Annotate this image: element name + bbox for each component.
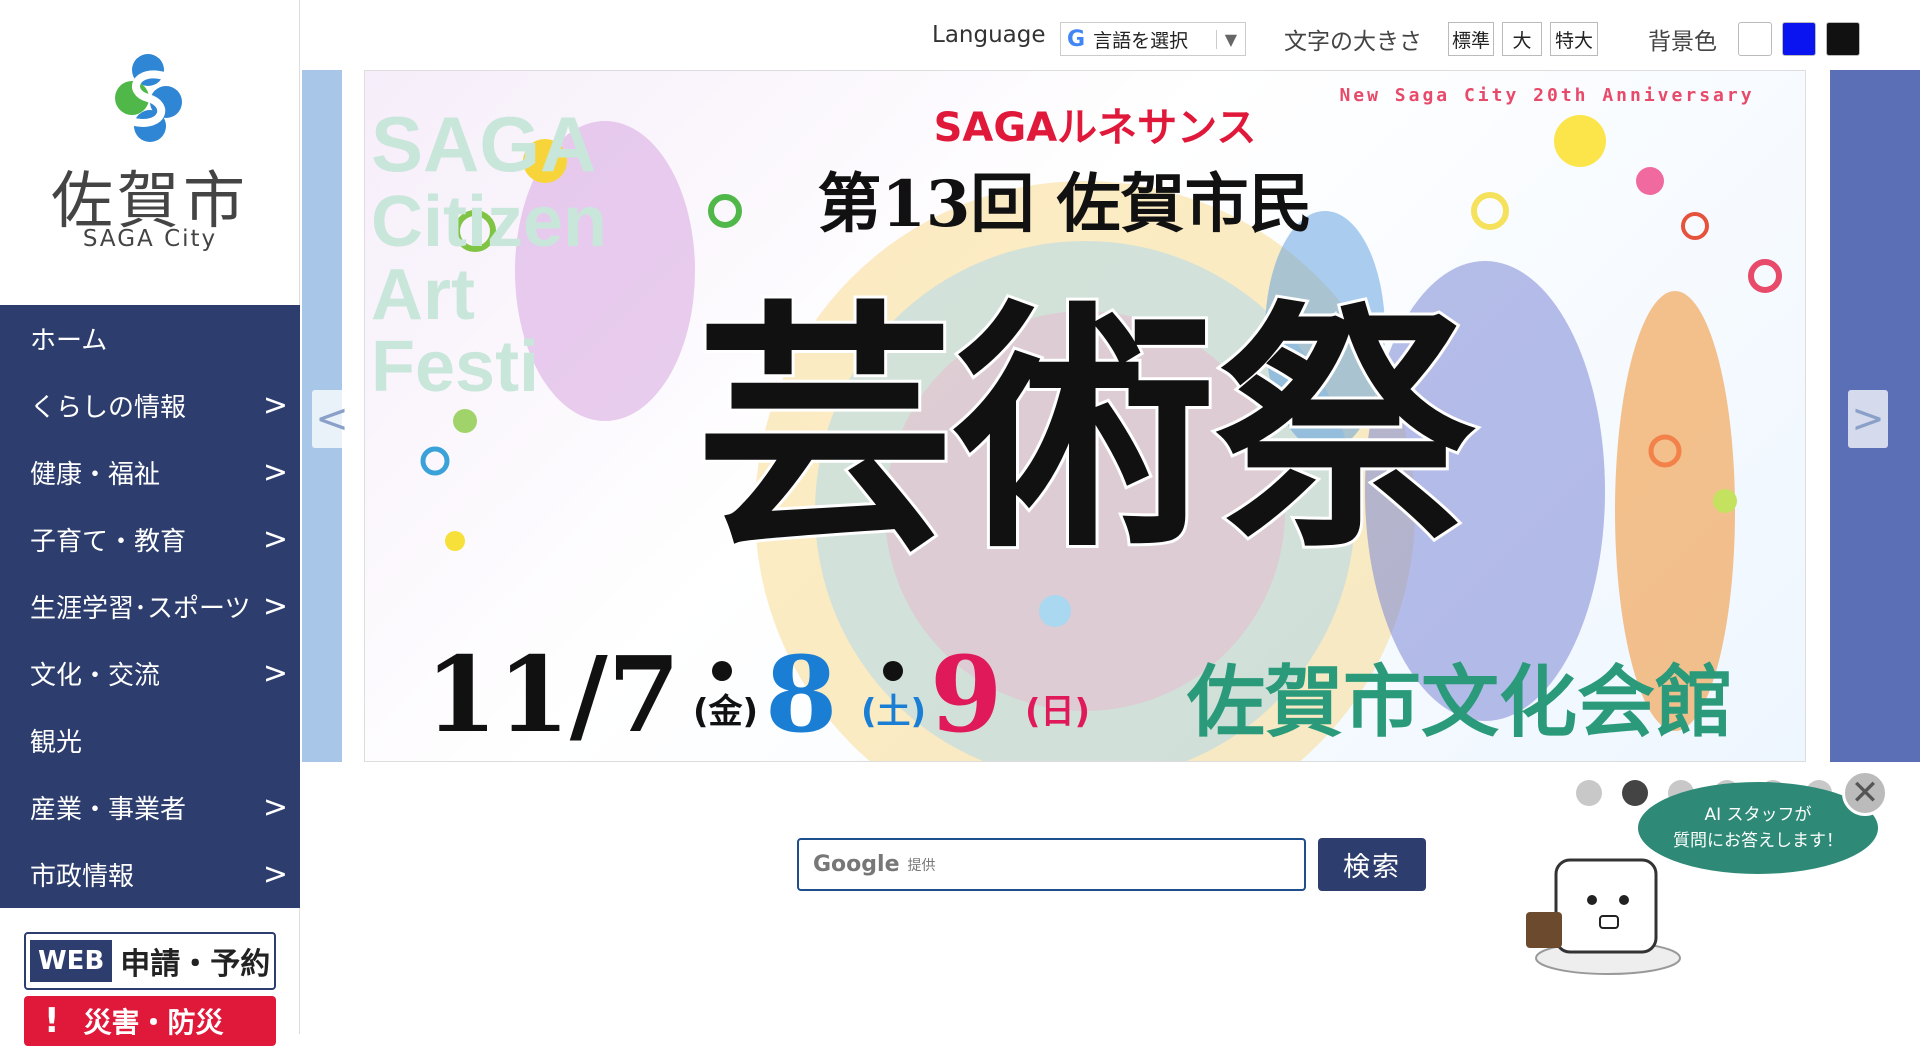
date-day3: (日) <box>1025 692 1090 732</box>
bg-white-button[interactable] <box>1738 22 1772 56</box>
nav-item-label: 文化・交流 <box>30 661 161 691</box>
saga-city-logo-icon <box>115 54 182 142</box>
slider-dot[interactable] <box>1576 780 1602 806</box>
search-button[interactable]: 検索 <box>1318 838 1426 891</box>
svg-text:Citizen: Citizen <box>371 182 607 262</box>
prev-slide-button[interactable]: < <box>312 390 352 448</box>
bg-black-button[interactable] <box>1826 22 1860 56</box>
bg-blue-button[interactable] <box>1782 22 1816 56</box>
alert-icon: ! <box>44 1001 60 1041</box>
ai-bubble-line2: 質問にお答えします！ <box>1673 831 1843 851</box>
chevron-right-icon: > <box>262 388 288 423</box>
city-name-en: SAGA City <box>82 226 218 252</box>
nav-item-tourism[interactable]: 観光 <box>0 707 300 774</box>
web-tag: WEB <box>30 940 113 982</box>
nav-item-label: 市政情報 <box>30 862 135 892</box>
language-select-value: 言語を選択 <box>1093 29 1189 52</box>
web-application-button[interactable]: WEB 申請・予約 <box>24 932 276 990</box>
chevron-right-icon: > <box>262 656 288 691</box>
ai-bubble-line1: AI スタッフが <box>1704 805 1812 825</box>
chevron-right-icon: > <box>262 589 288 624</box>
font-size-normal-button[interactable]: 標準 <box>1448 22 1494 56</box>
nav-item-label: くらしの情報 <box>30 393 187 423</box>
next-slide-button[interactable]: > <box>1848 390 1888 448</box>
nav-item-home[interactable]: ホーム <box>0 305 300 372</box>
banner-slider: SAGA Citizen Art Festi New Saga City 20t… <box>302 70 1920 762</box>
svg-text:Art: Art <box>371 255 475 335</box>
date-day2: (土) <box>861 692 926 732</box>
banner-bg-text: SAGA <box>371 100 596 188</box>
disaster-prevention-button[interactable]: ! 災害・防災 <box>24 996 276 1046</box>
nav-item-label: ホーム <box>30 326 108 356</box>
chevron-right-icon: > <box>262 790 288 825</box>
font-size-large-button[interactable]: 大 <box>1502 22 1542 56</box>
date-second: 8 <box>765 633 837 756</box>
sidebar: 佐賀市 SAGA City ホーム くらしの情報 > 健康・福祉 > 子育て・教育 >… <box>0 0 300 1046</box>
chevron-right-icon: > <box>262 522 288 557</box>
font-size-xlarge-button[interactable]: 特大 <box>1550 22 1598 56</box>
series-text: SAGAルネサンス <box>934 105 1257 151</box>
font-size-label: 文字の大きさ <box>1284 29 1422 55</box>
nav-item-label: 子育て・教育 <box>30 527 187 557</box>
art-festival-banner: SAGA Citizen Art Festi New Saga City 20t… <box>371 85 1782 761</box>
nav-item-health[interactable]: 健康・福祉 > <box>0 439 300 506</box>
dropdown-arrow-icon: ▼ <box>1215 29 1245 49</box>
disaster-label: 災害・防災 <box>83 1006 224 1039</box>
date-third: 9 <box>930 633 1002 756</box>
nav-item-city-admin[interactable]: 市政情報 > <box>0 841 300 908</box>
chevron-right-icon: > <box>262 455 288 490</box>
nav-item-living[interactable]: くらしの情報 > <box>0 372 300 439</box>
banner-slide[interactable]: SAGA Citizen Art Festi New Saga City 20t… <box>364 70 1806 762</box>
background-color-label: 背景色 <box>1648 29 1717 55</box>
date-main: 11/7 <box>425 633 680 756</box>
nav-item-childcare[interactable]: 子育て・教育 > <box>0 506 300 573</box>
google-provided-text: 提供 <box>907 857 936 874</box>
main-nav: ホーム くらしの情報 > 健康・福祉 > 子育て・教育 > 生涯学習･スポーツ > 文化… <box>0 305 300 908</box>
search-input[interactable]: Google 提供 <box>797 838 1306 891</box>
google-icon: G <box>1067 26 1086 52</box>
svg-text:Festi: Festi <box>371 327 539 407</box>
google-brand-text: Google <box>813 852 900 877</box>
edition-text: 第13回 佐賀市民 <box>817 167 1312 242</box>
close-icon[interactable]: ✕ <box>1842 770 1888 816</box>
site-logo[interactable]: 佐賀市 SAGA City <box>0 0 300 305</box>
nav-item-culture[interactable]: 文化・交流 > <box>0 640 300 707</box>
web-application-label: 申請・予約 <box>120 947 271 982</box>
date-day1: (金) <box>693 692 758 732</box>
chevron-right-icon: > <box>262 857 288 892</box>
nav-item-label: 産業・事業者 <box>30 795 187 825</box>
ai-assistant-character-icon[interactable] <box>1518 840 1688 980</box>
utility-bar: Language G 言語を選択 ▼ 文字の大きさ 標準 大 特大 背景色 <box>302 0 1920 70</box>
nav-item-industry[interactable]: 産業・事業者 > <box>0 774 300 841</box>
nav-item-label: 生涯学習･スポーツ <box>30 594 251 624</box>
nav-item-label: 観光 <box>30 728 83 758</box>
language-select[interactable]: G 言語を選択 ▼ <box>1060 22 1246 56</box>
language-label: Language <box>932 22 1046 48</box>
nav-item-learning-sports[interactable]: 生涯学習･スポーツ > <box>0 573 300 640</box>
venue-text: 佐賀市文化会館 <box>1186 658 1733 748</box>
festival-title: 芸術祭 <box>695 281 1479 583</box>
nav-item-label: 健康・福祉 <box>30 460 161 490</box>
anniversary-text: New Saga City 20th Anniversary <box>1339 85 1754 106</box>
